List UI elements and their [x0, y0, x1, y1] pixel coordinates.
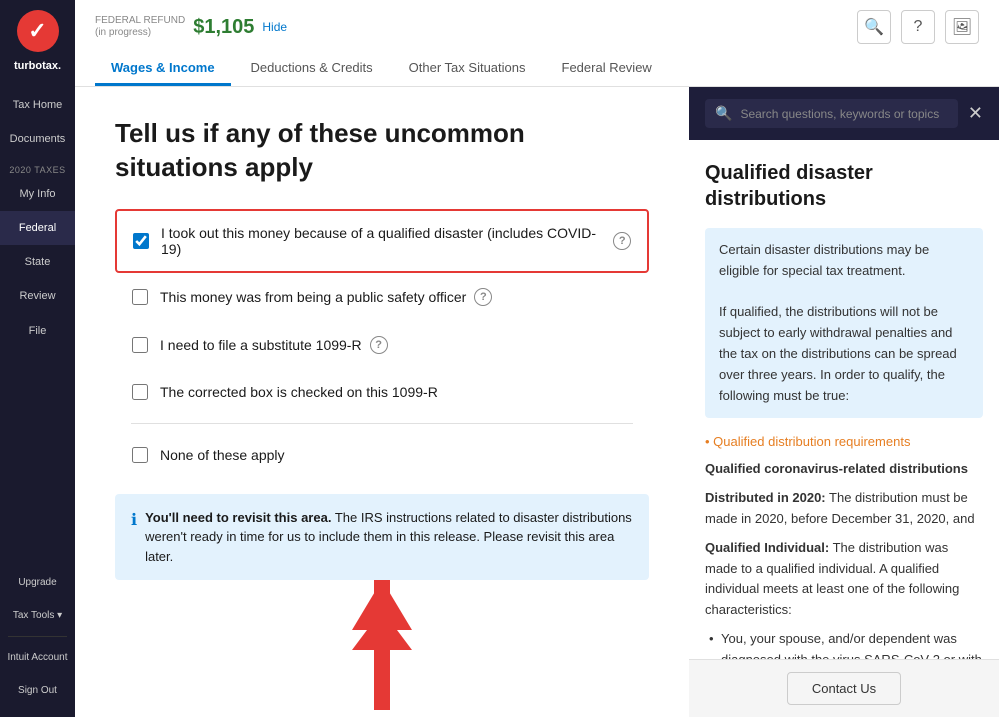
topbar-icons: 🔍 ? 🖼 [857, 10, 979, 44]
content-area: Tell us if any of these uncommon situati… [75, 87, 999, 717]
info-text-bold: You'll need to revisit this area. [145, 510, 331, 525]
right-panel-content: Qualified disaster distributions Certain… [689, 140, 999, 659]
right-panel: 🔍 ✕ Qualified disaster distributions Cer… [689, 87, 999, 717]
checkbox-list: I took out this money because of a quali… [115, 209, 649, 478]
checkbox-divider [131, 423, 633, 424]
sidebar-item-my-info[interactable]: My Info [0, 177, 75, 211]
checkbox-label-disaster: I took out this money because of a quali… [161, 225, 605, 257]
sidebar-item-file[interactable]: File [0, 314, 75, 348]
checkbox-item-corrected[interactable]: The corrected box is checked on this 109… [115, 369, 649, 415]
search-box: 🔍 [705, 99, 958, 128]
checkbox-label-public-safety: This money was from being a public safet… [160, 289, 466, 305]
refund-amount: $1,105 [193, 16, 254, 39]
sidebar-item-upgrade[interactable]: Upgrade [0, 566, 75, 599]
help-icon-substitute[interactable]: ? [370, 336, 388, 354]
tab-other-tax-situations[interactable]: Other Tax Situations [393, 52, 542, 86]
logo-mark: ✓ [17, 10, 59, 52]
right-panel-footer: Contact Us [689, 659, 999, 717]
sidebar-item-tax-home[interactable]: Tax Home [0, 88, 75, 122]
search-input[interactable] [740, 107, 947, 121]
panel-info-box: Certain disaster distributions may be el… [705, 228, 983, 418]
sidebar-item-sign-out[interactable]: Sign Out [0, 674, 75, 707]
red-upward-arrow [347, 610, 417, 717]
panel-section-heading: Qualified coronavirus-related distributi… [705, 459, 983, 480]
search-icon: 🔍 [715, 105, 732, 122]
right-panel-header: 🔍 ✕ [689, 87, 999, 140]
help-icon-public-safety[interactable]: ? [474, 288, 492, 306]
checkmark-icon: ✓ [28, 18, 46, 44]
sidebar-nav: Tax Home Documents 2020 TAXES My Info Fe… [0, 88, 75, 566]
page-title: Tell us if any of these uncommon situati… [115, 117, 649, 185]
sidebar-item-federal[interactable]: Federal [0, 211, 75, 245]
sidebar-item-state[interactable]: State [0, 245, 75, 279]
help-button[interactable]: ? [901, 10, 935, 44]
main-form: Tell us if any of these uncommon situati… [75, 87, 689, 717]
checkbox-label-corrected: The corrected box is checked on this 109… [160, 384, 438, 400]
checkbox-label-substitute: I need to file a substitute 1099-R [160, 337, 362, 353]
checkbox-item-substitute[interactable]: I need to file a substitute 1099-R ? [115, 321, 649, 369]
close-panel-button[interactable]: ✕ [968, 103, 983, 124]
checkbox-public-safety[interactable] [132, 289, 148, 305]
photo-button[interactable]: 🖼 [945, 10, 979, 44]
tab-deductions-credits[interactable]: Deductions & Credits [235, 52, 389, 86]
panel-bullet-diagnosis: You, your spouse, and/or dependent was d… [705, 629, 983, 659]
search-button[interactable]: 🔍 [857, 10, 891, 44]
sidebar-bottom: Upgrade Tax Tools ▾ Intuit Account Sign … [0, 566, 75, 717]
help-icon-disaster[interactable]: ? [613, 232, 631, 250]
sidebar-item-documents[interactable]: Documents [0, 122, 75, 156]
brand-name: turbotax. [14, 60, 61, 72]
checkbox-disaster[interactable] [133, 233, 149, 249]
hide-refund-link[interactable]: Hide [262, 20, 287, 34]
qualified-distribution-link[interactable]: Qualified distribution requirements [705, 434, 983, 449]
red-arrow-container [115, 610, 649, 717]
topbar-tabs: Wages & Income Deductions & Credits Othe… [95, 52, 979, 86]
refund-bar: FEDERAL REFUND (in progress) $1,105 Hide… [95, 10, 979, 44]
checkbox-none[interactable] [132, 447, 148, 463]
sidebar-item-tax-tools[interactable]: Tax Tools ▾ [0, 599, 75, 632]
sidebar-section-2020: 2020 TAXES [0, 157, 75, 177]
sidebar: ✓ turbotax. Tax Home Documents 2020 TAXE… [0, 0, 75, 717]
info-text: You'll need to revisit this area. The IR… [145, 508, 633, 567]
checkbox-item-none[interactable]: None of these apply [115, 432, 649, 478]
info-box: ℹ You'll need to revisit this area. The … [115, 494, 649, 581]
contact-us-button[interactable]: Contact Us [787, 672, 901, 705]
sidebar-item-intuit-account[interactable]: Intuit Account [0, 641, 75, 674]
checkbox-item-public-safety[interactable]: This money was from being a public safet… [115, 273, 649, 321]
tab-federal-review[interactable]: Federal Review [546, 52, 668, 86]
checkbox-corrected[interactable] [132, 384, 148, 400]
refund-label: FEDERAL REFUND (in progress) [95, 15, 185, 39]
panel-title: Qualified disaster distributions [705, 160, 983, 212]
checkbox-substitute[interactable] [132, 337, 148, 353]
main-wrapper: FEDERAL REFUND (in progress) $1,105 Hide… [75, 0, 999, 717]
panel-qualified-individual: Qualified Individual: The distribution w… [705, 538, 983, 621]
topbar: FEDERAL REFUND (in progress) $1,105 Hide… [75, 0, 999, 87]
panel-distributed-2020: Distributed in 2020: The distribution mu… [705, 488, 983, 530]
tab-wages-income[interactable]: Wages & Income [95, 52, 231, 86]
checkbox-item-disaster[interactable]: I took out this money because of a quali… [115, 209, 649, 273]
sidebar-item-review[interactable]: Review [0, 279, 75, 313]
info-circle-icon: ℹ [131, 509, 137, 533]
checkbox-label-none: None of these apply [160, 447, 285, 463]
